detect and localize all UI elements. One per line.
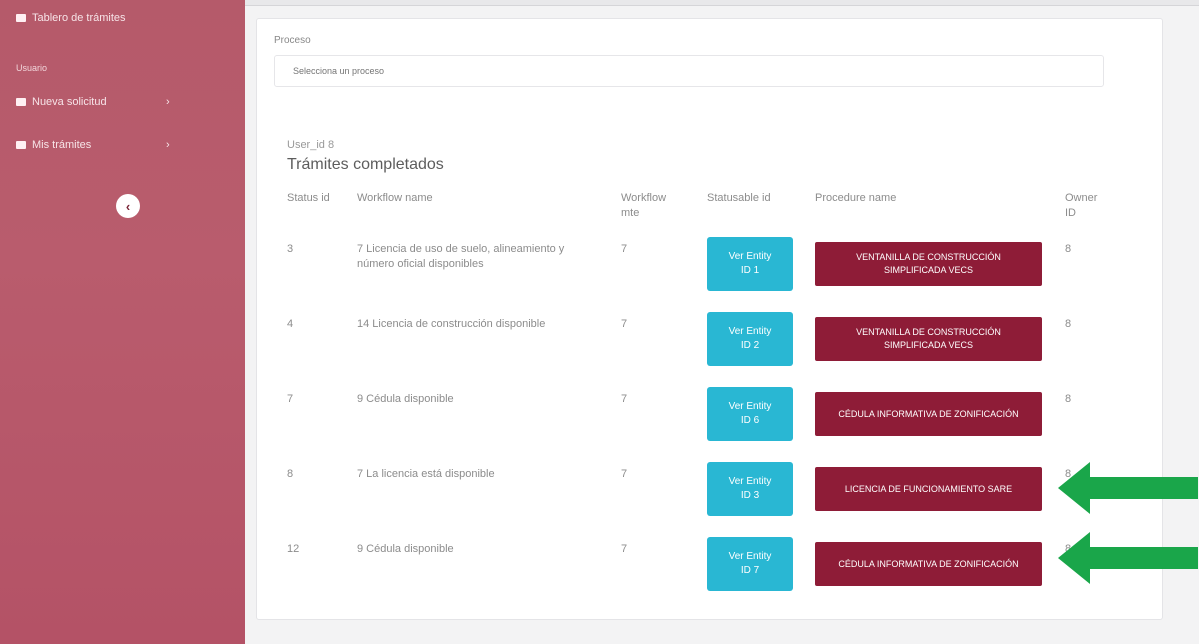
ver-entity-button[interactable]: Ver Entity ID 7 [707, 537, 793, 591]
sidebar-item-label: Nueva solicitud [32, 96, 107, 108]
sidebar-item-label: Mis trámites [32, 139, 92, 151]
table-row: 7 9 Cédula disponible 7 Ver Entity ID 6 … [277, 387, 1107, 462]
cell-workflow-mte: 7 [621, 318, 628, 330]
ver-entity-id: ID 1 [740, 265, 760, 276]
cell-status-id: 4 [287, 318, 294, 330]
cell-workflow-name: 9 Cédula disponible [357, 393, 454, 405]
cell-workflow-mte: 7 [621, 393, 628, 405]
cell-procedure-name: CÉDULA INFORMATIVA DE ZONIFICACIÓN [805, 387, 1055, 462]
cell-status-id: 7 [287, 393, 294, 405]
cell-owner-id: 8 [1065, 393, 1072, 405]
procedure-button[interactable]: CÉDULA INFORMATIVA DE ZONIFICACIÓN [815, 392, 1042, 436]
annotation-arrow-left-icon [1058, 462, 1198, 514]
column-header-workflow-mte: Workflow mte [621, 192, 667, 219]
column-header-procedure-name: Procedure name [815, 192, 897, 204]
cell-owner-id: 8 [1065, 243, 1072, 255]
proceso-input[interactable] [274, 55, 1104, 87]
main-card: Proceso User_id 8 Trámites completados S… [256, 18, 1163, 620]
cell-procedure-name: VENTANILLA DE CONSTRUCCIÓN SIMPLIFICADA … [805, 237, 1055, 312]
cell-owner-id: 8 [1065, 318, 1072, 330]
procedure-button[interactable]: VENTANILLA DE CONSTRUCCIÓN SIMPLIFICADA … [815, 317, 1042, 361]
cell-statusable-id: Ver Entity ID 7 [697, 537, 805, 612]
cell-statusable-id: Ver Entity ID 3 [697, 462, 805, 537]
sidebar-item-label: Tablero de trámites [32, 12, 126, 24]
procedure-button[interactable]: CÉDULA INFORMATIVA DE ZONIFICACIÓN [815, 542, 1042, 586]
table-row: 8 7 La licencia está disponible 7 Ver En… [277, 462, 1107, 537]
cell-workflow-name: 9 Cédula disponible [357, 543, 454, 555]
cell-workflow-name: 7 La licencia está disponible [357, 468, 495, 480]
chevron-right-icon: › [166, 139, 170, 151]
table-row: 4 14 Licencia de construcción disponible… [277, 312, 1107, 387]
cell-statusable-id: Ver Entity ID 1 [697, 237, 805, 312]
table-row: 12 9 Cédula disponible 7 Ver Entity ID 7… [277, 537, 1107, 612]
ver-entity-label: Ver Entity [728, 551, 772, 562]
sidebar-item-tablero[interactable]: Tablero de trámites [16, 12, 126, 24]
sidebar-collapse-button[interactable]: ‹ [116, 194, 140, 218]
cell-status-id: 3 [287, 243, 294, 255]
table-header-row: Status id Workflow name Workflow mte Sta… [277, 183, 1107, 237]
ver-entity-id: ID 2 [740, 340, 760, 351]
ver-entity-label: Ver Entity [728, 326, 772, 337]
ver-entity-button[interactable]: Ver Entity ID 3 [707, 462, 793, 516]
cell-workflow-mte: 7 [621, 543, 628, 555]
annotation-arrow-left-icon [1058, 532, 1198, 584]
cell-procedure-name: LICENCIA DE FUNCIONAMIENTO SARE [805, 462, 1055, 537]
ver-entity-id: ID 6 [740, 415, 760, 426]
ver-entity-button[interactable]: Ver Entity ID 1 [707, 237, 793, 291]
procedure-button[interactable]: LICENCIA DE FUNCIONAMIENTO SARE [815, 467, 1042, 511]
tramites-table: Status id Workflow name Workflow mte Sta… [277, 183, 1107, 612]
ver-entity-label: Ver Entity [728, 251, 772, 262]
ver-entity-button[interactable]: Ver Entity ID 6 [707, 387, 793, 441]
procedure-button[interactable]: VENTANILLA DE CONSTRUCCIÓN SIMPLIFICADA … [815, 242, 1042, 286]
column-header-workflow-name: Workflow name [357, 192, 433, 204]
cell-procedure-name: VENTANILLA DE CONSTRUCCIÓN SIMPLIFICADA … [805, 312, 1055, 387]
cell-workflow-name: 14 Licencia de construcción disponible [357, 318, 546, 330]
ver-entity-id: ID 3 [740, 490, 760, 501]
column-header-statusable-id: Statusable id [707, 192, 771, 204]
ver-entity-label: Ver Entity [728, 401, 772, 412]
proceso-label: Proceso [274, 35, 311, 46]
column-header-status-id: Status id [287, 192, 330, 204]
cell-status-id: 12 [287, 543, 300, 555]
sidebar-item-mis-tramites[interactable]: Mis trámites › [16, 139, 170, 151]
cell-workflow-name: 7 Licencia de uso de suelo, alineamiento… [357, 243, 565, 270]
chevron-right-icon: › [166, 96, 170, 108]
grid-icon [16, 141, 26, 149]
cell-procedure-name: CÉDULA INFORMATIVA DE ZONIFICACIÓN [805, 537, 1055, 612]
dashboard-icon [16, 14, 26, 22]
table-row: 3 7 Licencia de uso de suelo, alineamien… [277, 237, 1107, 312]
user-id-label: User_id 8 [287, 139, 335, 151]
sidebar: Tablero de trámites Usuario Nueva solici… [0, 0, 245, 644]
folder-icon [16, 98, 26, 106]
ver-entity-button[interactable]: Ver Entity ID 2 [707, 312, 793, 366]
sidebar-section-label: Usuario [16, 63, 48, 73]
cell-statusable-id: Ver Entity ID 6 [697, 387, 805, 462]
chevron-left-icon: ‹ [125, 198, 131, 214]
cell-statusable-id: Ver Entity ID 2 [697, 312, 805, 387]
ver-entity-label: Ver Entity [728, 476, 772, 487]
cell-status-id: 8 [287, 468, 294, 480]
cell-workflow-mte: 7 [621, 243, 628, 255]
page-title: Trámites completados [287, 156, 444, 173]
sidebar-item-nueva-solicitud[interactable]: Nueva solicitud › [16, 96, 170, 108]
ver-entity-id: ID 7 [740, 565, 760, 576]
cell-workflow-mte: 7 [621, 468, 628, 480]
top-bar [245, 0, 1199, 6]
column-header-owner-id: Owner ID [1065, 192, 1098, 219]
